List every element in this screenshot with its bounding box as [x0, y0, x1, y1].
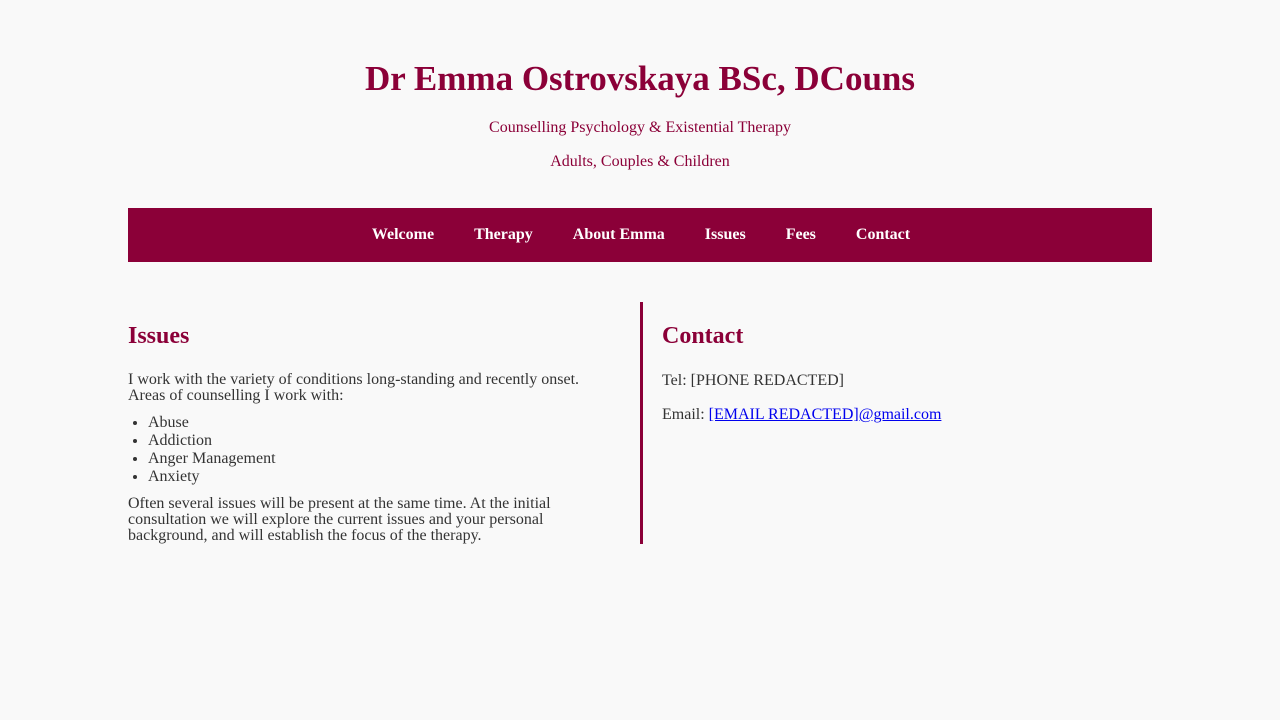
nav-item-about-emma[interactable]: About Emma — [573, 226, 665, 244]
list-item: Addiction — [148, 432, 600, 450]
issues-intro: I work with the variety of conditions lo… — [128, 371, 580, 404]
main-content: Issues I work with the variety of condit… — [128, 302, 1152, 544]
phone-label: Tel: — [662, 372, 691, 389]
email-link[interactable]: [EMAIL REDACTED]@gmail.com — [709, 406, 942, 423]
email-label: Email: — [662, 406, 709, 423]
contact-phone: Tel: [PHONE REDACTED] — [662, 372, 1152, 390]
issues-outro: Often several issues will be present at … — [128, 495, 551, 544]
nav-item-therapy[interactable]: Therapy — [474, 226, 533, 244]
contact-heading: Contact — [662, 323, 744, 349]
page: Dr Emma Ostrovskaya BSc, DCouns Counsell… — [128, 0, 1152, 544]
nav-item-issues[interactable]: Issues — [705, 226, 746, 244]
contact-section: Contact Tel: [PHONE REDACTED] Email: [EM… — [640, 302, 1152, 544]
list-item: Abuse — [148, 414, 600, 432]
nav-item-welcome[interactable]: Welcome — [372, 226, 434, 244]
site-subtitle-specialty: Counselling Psychology & Existential The… — [489, 119, 791, 136]
site-subtitle-clients: Adults, Couples & Children — [550, 153, 730, 170]
nav-item-contact[interactable]: Contact — [856, 226, 910, 244]
contact-email: Email: [EMAIL REDACTED]@gmail.com — [662, 406, 1152, 424]
list-item: Anxiety — [148, 468, 600, 486]
issues-section: Issues I work with the variety of condit… — [128, 302, 640, 544]
issues-heading: Issues — [128, 323, 190, 349]
main-nav: Welcome Therapy About Emma Issues Fees C… — [128, 208, 1152, 262]
site-title: Dr Emma Ostrovskaya BSc, DCouns — [364, 59, 916, 98]
list-item: Anger Management — [148, 450, 600, 468]
nav-item-fees[interactable]: Fees — [786, 226, 816, 244]
issues-list: Abuse Addiction Anger Management Anxiety — [128, 414, 600, 486]
site-header: Dr Emma Ostrovskaya BSc, DCouns Counsell… — [128, 0, 1152, 171]
phone-value: [PHONE REDACTED] — [690, 372, 844, 389]
